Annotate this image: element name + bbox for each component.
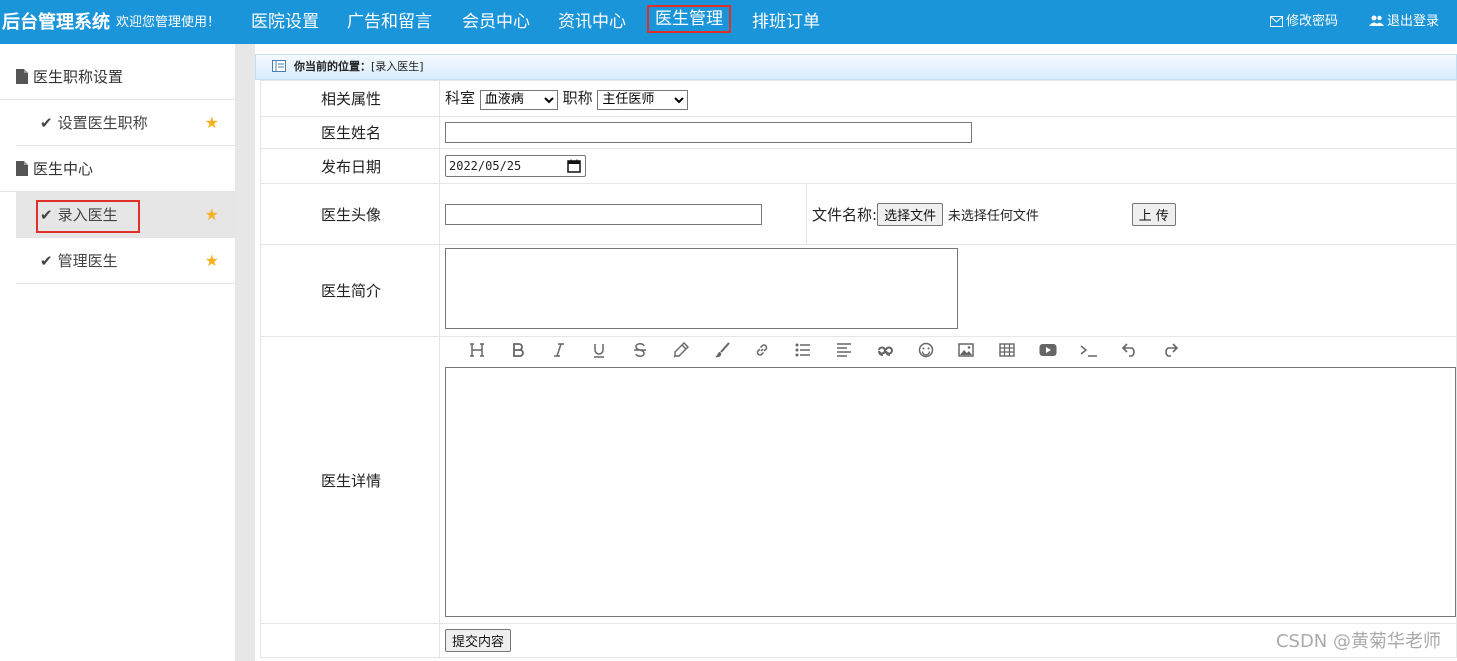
intro-label: 医生简介 <box>260 244 440 337</box>
form-row-date: 发布日期 2022/05/25 <box>260 148 1457 184</box>
intro-textarea[interactable] <box>445 248 958 329</box>
breadcrumb-prefix: 你当前的位置： <box>294 60 371 73</box>
top-bar: 后台管理系统 欢迎您管理使用！ 医院设置 广告和留言 会员中心 资讯中心 医生管… <box>0 0 1457 44</box>
quote-icon[interactable] <box>867 342 903 364</box>
envelope-icon <box>1270 16 1283 27</box>
sidebar-item-add-doctor[interactable]: ✔ 录入医生 ★ <box>16 192 235 238</box>
doctor-form: 相关属性 科室 血液病 职称 主任医师 医生姓名 发布日期 2022/05/25 <box>260 80 1457 658</box>
title-select[interactable]: 主任医师 <box>597 89 689 110</box>
sidebar: 医生职称设置 ✔ 设置医生职称 ★ 医生中心 ✔ 录入医生 ★ ✔ 管理医生 ★ <box>0 44 235 661</box>
image-icon[interactable] <box>948 342 984 364</box>
watermark: CSDN @黄菊华老师 <box>1275 631 1441 652</box>
check-icon: ✔ <box>40 114 53 132</box>
dept-select[interactable]: 血液病 <box>479 89 558 110</box>
nav-news-center[interactable]: 资讯中心 <box>558 7 626 32</box>
sidebar-group-doctor-title-settings[interactable]: 医生职称设置 <box>0 54 235 100</box>
video-icon[interactable] <box>1030 342 1066 364</box>
underline-icon[interactable] <box>581 342 617 364</box>
breadcrumb-current: [录入医生] <box>371 60 424 73</box>
sidebar-group-label: 医生中心 <box>33 160 94 178</box>
sidebar-item-label: 设置医生职称 <box>57 114 148 132</box>
nav-hospital-settings[interactable]: 医院设置 <box>251 7 319 32</box>
detail-label: 医生详情 <box>260 336 440 624</box>
no-file-text: 未选择任何文件 <box>947 208 1039 224</box>
highlight-box <box>36 200 140 233</box>
app-title: 后台管理系统 <box>2 12 110 33</box>
bold-icon[interactable] <box>500 342 536 364</box>
name-label: 医生姓名 <box>260 116 440 149</box>
file-icon <box>16 161 28 176</box>
nav-member-center[interactable]: 会员中心 <box>462 7 530 32</box>
submit-button[interactable]: 提交内容 <box>445 629 512 652</box>
avatar-label: 医生头像 <box>260 183 440 245</box>
logout-link[interactable]: 退出登录 <box>1369 10 1439 29</box>
main-content: 你当前的位置：[录入医生] 相关属性 科室 血液病 职称 主任医师 医生姓名 发… <box>255 44 1457 661</box>
choose-file-button[interactable]: 选择文件 <box>877 202 944 226</box>
redo-icon[interactable] <box>1152 342 1188 364</box>
form-row-intro: 医生简介 <box>260 244 1457 337</box>
change-password-link[interactable]: 修改密码 <box>1270 10 1338 29</box>
date-label: 发布日期 <box>260 148 440 184</box>
heading-icon[interactable] <box>459 342 495 364</box>
form-row-attributes: 相关属性 科室 血液病 职称 主任医师 <box>260 80 1457 117</box>
date-input[interactable]: 2022/05/25 <box>445 155 586 177</box>
align-icon[interactable] <box>826 342 862 364</box>
calendar-icon[interactable] <box>567 159 581 173</box>
star-icon: ★ <box>204 113 219 132</box>
code-icon[interactable] <box>1071 342 1107 364</box>
file-icon <box>16 69 28 84</box>
form-row-detail: 医生详情 <box>260 336 1457 624</box>
date-value: 2022/05/25 <box>449 159 522 173</box>
sidebar-item-set-doctor-title[interactable]: ✔ 设置医生职称 ★ <box>16 100 235 146</box>
check-icon: ✔ <box>40 252 53 270</box>
avatar-path-input[interactable] <box>445 203 762 225</box>
panel-icon <box>272 60 286 72</box>
form-row-avatar: 医生头像 文件名称: 选择文件 未选择任何文件 上 传 <box>260 183 1457 245</box>
sidebar-item-label: 管理医生 <box>57 252 118 270</box>
breadcrumb: 你当前的位置：[录入医生] <box>255 54 1457 80</box>
logout-label: 退出登录 <box>1387 14 1440 29</box>
star-icon: ★ <box>204 251 219 270</box>
sidebar-group-label: 医生职称设置 <box>33 68 124 86</box>
highlighter-icon[interactable] <box>663 342 699 364</box>
nav-doctor-management[interactable]: 医生管理 <box>647 5 731 33</box>
link-icon[interactable] <box>744 342 780 364</box>
strikethrough-icon[interactable] <box>622 342 658 364</box>
sidebar-item-manage-doctors[interactable]: ✔ 管理医生 ★ <box>16 238 235 284</box>
sidebar-group-doctor-center[interactable]: 医生中心 <box>0 146 235 192</box>
welcome-text: 欢迎您管理使用！ <box>116 15 221 30</box>
dept-label: 科室 <box>445 89 476 108</box>
form-row-name: 医生姓名 <box>260 116 1457 149</box>
emoji-icon[interactable] <box>908 342 944 364</box>
undo-icon[interactable] <box>1112 342 1148 364</box>
file-name-label: 文件名称: <box>812 205 878 224</box>
list-icon[interactable] <box>785 342 821 364</box>
nav-ads-messages[interactable]: 广告和留言 <box>347 7 432 32</box>
upload-button[interactable]: 上 传 <box>1131 202 1176 226</box>
italic-icon[interactable] <box>541 342 577 364</box>
sidebar-divider <box>235 44 255 661</box>
star-icon: ★ <box>204 205 219 224</box>
name-input[interactable] <box>445 122 972 143</box>
brush-icon[interactable] <box>704 342 740 364</box>
table-icon[interactable] <box>989 342 1025 364</box>
title-label: 职称 <box>562 89 593 108</box>
users-icon <box>1369 15 1384 26</box>
nav-schedule-orders[interactable]: 排班订单 <box>752 7 820 32</box>
change-password-label: 修改密码 <box>1286 14 1339 29</box>
detail-editor-area[interactable] <box>445 367 1456 617</box>
editor-toolbar <box>445 337 1456 367</box>
attr-label: 相关属性 <box>260 80 440 117</box>
